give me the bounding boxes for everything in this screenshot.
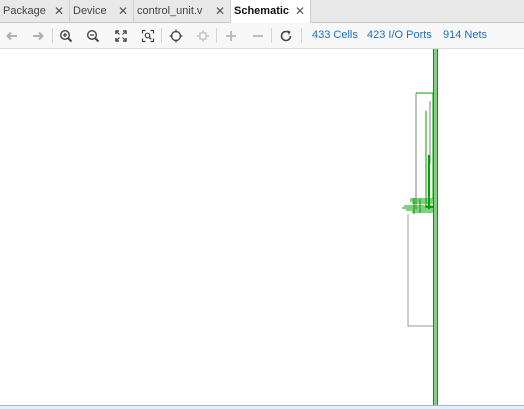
- zoom-fit-icon[interactable]: [111, 26, 131, 45]
- close-icon[interactable]: ✕: [54, 0, 64, 22]
- toolbar-separator: [271, 28, 272, 43]
- collapse-minus-icon[interactable]: [248, 26, 268, 45]
- schematic-canvas[interactable]: [0, 49, 524, 405]
- toolbar-separator: [161, 28, 162, 43]
- select-target-icon[interactable]: [166, 26, 186, 45]
- toolbar-separator: [216, 28, 217, 43]
- tab-bar: Package ✕ Device ✕ control_unit.v ✕ Sche…: [0, 0, 524, 23]
- close-icon[interactable]: ✕: [295, 0, 305, 22]
- refresh-icon[interactable]: [276, 26, 296, 45]
- tab-device[interactable]: Device ✕: [70, 0, 134, 22]
- expand-plus-icon[interactable]: [221, 26, 241, 45]
- tab-control-unit[interactable]: control_unit.v ✕: [134, 0, 231, 22]
- tab-schematic[interactable]: Schematic ✕: [231, 0, 311, 23]
- schematic-toolbar: 433 Cells 423 I/O Ports 914 Nets: [0, 23, 524, 49]
- tab-label: Package: [3, 5, 46, 17]
- tab-label: control_unit.v: [137, 5, 203, 17]
- close-icon[interactable]: ✕: [215, 0, 225, 22]
- close-icon[interactable]: ✕: [118, 0, 128, 22]
- zoom-in-icon[interactable]: [56, 26, 76, 45]
- back-arrow-icon[interactable]: [2, 26, 22, 45]
- cell-outline: [415, 92, 433, 209]
- toolbar-separator: [301, 28, 302, 43]
- schematic-drawing: [402, 49, 438, 405]
- tab-label: Schematic: [234, 5, 290, 17]
- cells-count-link[interactable]: 433 Cells: [312, 23, 358, 48]
- zoom-area-icon[interactable]: [138, 26, 158, 45]
- regenerate-icon[interactable]: [193, 26, 213, 45]
- net-wire: [402, 198, 434, 213]
- toolbar-separator: [52, 28, 53, 43]
- status-strip: [0, 405, 524, 409]
- forward-arrow-icon[interactable]: [28, 26, 48, 45]
- schematic-wires: [402, 49, 438, 405]
- zoom-out-icon[interactable]: [83, 26, 103, 45]
- cell-outline: [407, 214, 433, 327]
- tab-package[interactable]: Package ✕: [0, 0, 70, 22]
- nets-count-link[interactable]: 914 Nets: [443, 23, 487, 48]
- io-ports-count-link[interactable]: 423 I/O Ports: [367, 23, 432, 48]
- tab-label: Device: [73, 5, 107, 17]
